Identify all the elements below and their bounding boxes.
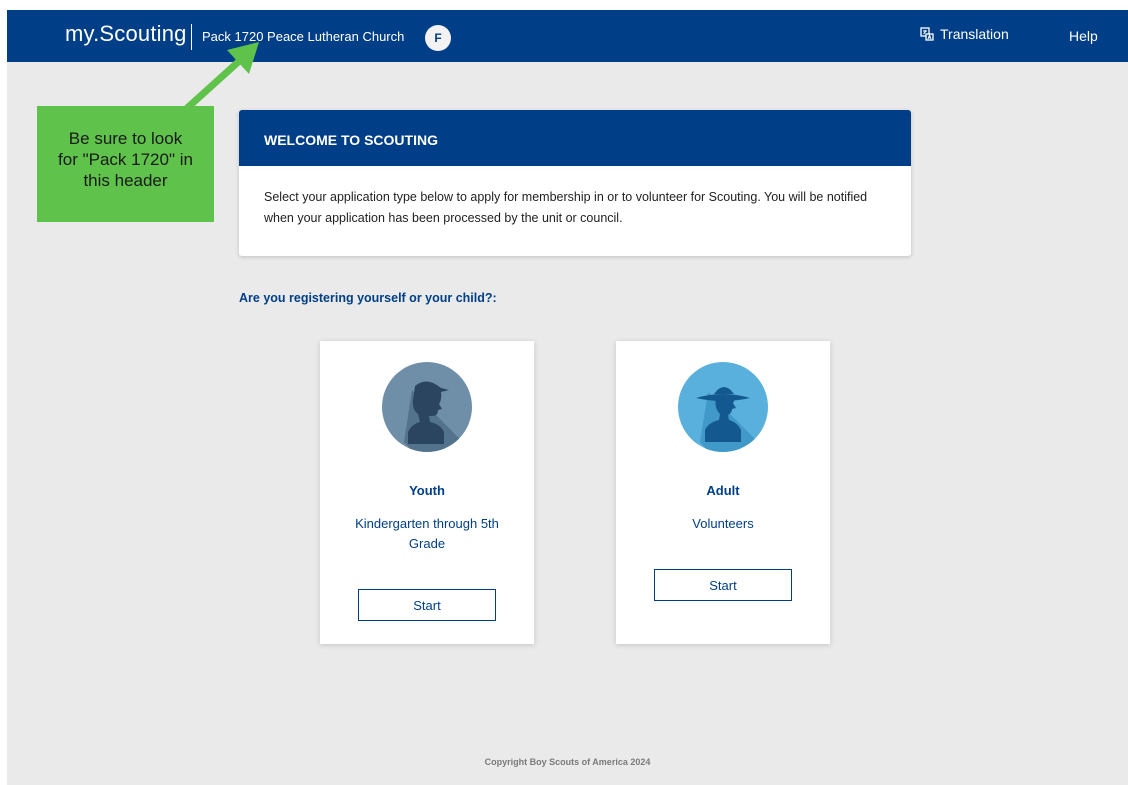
callout-line: for "Pack 1720" in xyxy=(58,150,193,169)
help-link[interactable]: Help xyxy=(1069,28,1098,44)
youth-start-button[interactable]: Start xyxy=(358,589,496,621)
app-window: my.Scouting Pack 1720 Peace Lutheran Chu… xyxy=(7,10,1128,785)
adult-scout-silhouette-icon xyxy=(678,362,768,452)
callout-line: this header xyxy=(83,171,168,190)
user-avatar[interactable]: F xyxy=(425,25,451,51)
copyright-footer: Copyright Boy Scouts of America 2024 xyxy=(484,757,651,767)
registration-question: Are you registering yourself or your chi… xyxy=(239,291,497,305)
translation-label: Translation xyxy=(940,26,1009,42)
adult-description: Volunteers xyxy=(692,516,754,531)
welcome-card: WELCOME TO SCOUTING Select your applicat… xyxy=(239,110,911,256)
youth-title: Youth xyxy=(409,483,445,498)
adult-start-button[interactable]: Start xyxy=(654,569,792,601)
welcome-title: WELCOME TO SCOUTING xyxy=(239,110,911,166)
annotation-callout: Be sure to look for "Pack 1720" in this … xyxy=(37,106,214,222)
adult-option-card[interactable]: Adult Volunteers Start xyxy=(616,341,830,644)
youth-option-card[interactable]: Youth Kindergarten through 5th Grade Sta… xyxy=(320,341,534,644)
callout-line: Be sure to look xyxy=(68,129,183,148)
youth-scout-silhouette-icon xyxy=(382,362,472,452)
translate-icon xyxy=(920,27,934,41)
translation-link[interactable]: Translation xyxy=(920,26,1009,42)
welcome-text: Select your application type below to ap… xyxy=(264,190,868,225)
youth-description: Kindergarten through 5th Grade xyxy=(355,516,499,551)
adult-title: Adult xyxy=(706,483,740,498)
